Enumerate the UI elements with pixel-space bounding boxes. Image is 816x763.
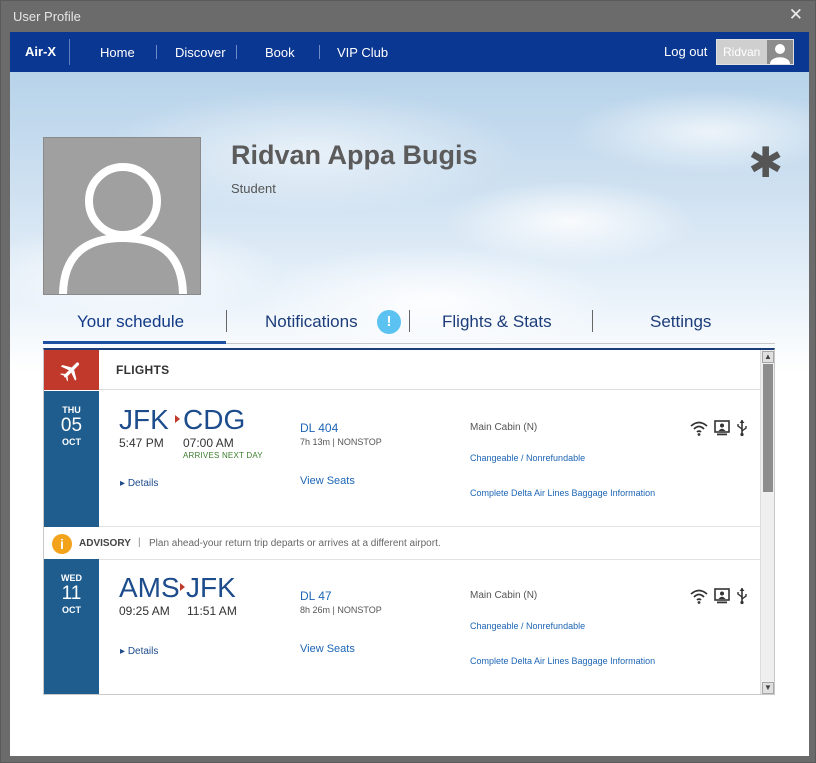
nav-divider [236,45,237,59]
baggage-info-link[interactable]: Complete Delta Air Lines Baggage Informa… [470,488,655,498]
departure-time: 5:47 PM [119,436,164,450]
info-icon: i [52,534,72,554]
flight-weekday: WED [61,573,82,583]
wifi-icon [690,589,708,604]
advisory-banner: i ADVISORY | Plan ahead-your return trip… [44,528,762,560]
details-label: Details [127,646,159,657]
origin-code: AMS [119,572,180,603]
profile-tabs: Your schedule Notifications ! Flights & … [43,304,775,344]
arrival-time: 07:00 AM [183,436,234,450]
title-bar: User Profile ✕ [1,1,816,32]
flight-duration: 8h 26m | NONSTOP [300,605,382,615]
scroll-down-icon[interactable]: ▼ [762,682,774,694]
screen-icon [714,420,730,436]
nav-divider [319,45,320,59]
baggage-info-link[interactable]: Complete Delta Air Lines Baggage Informa… [470,656,655,666]
flight-date: THU 05 OCT [44,391,99,527]
destination-code: JFK [186,572,236,603]
flight-duration: 7h 13m | NONSTOP [300,437,382,447]
app-window: User Profile ✕ Air-X Home Discover Book … [0,0,816,763]
nav-discover[interactable]: Discover [175,45,226,60]
advisory-separator: | [138,537,141,548]
user-menu[interactable]: Ridvan [716,39,794,65]
profile-role: Student [231,181,276,196]
tab-settings[interactable]: Settings [650,312,711,332]
advisory-text: Plan ahead-your return trip departs or a… [149,538,441,549]
logout-link[interactable]: Log out [664,44,707,59]
top-nav: Air-X Home Discover Book VIP Club Log ou… [10,32,809,72]
flight-month: OCT [62,437,81,447]
details-label: Details [127,478,159,489]
wifi-icon [690,421,708,436]
scroll-thumb[interactable] [763,364,773,492]
view-seats-link[interactable]: View Seats [300,643,355,655]
advisory-label: ADVISORY [79,538,131,549]
flight-card: WED 11 OCT AMS JFK 09:25 AM 11:51 AM ▸ D… [44,559,762,694]
usb-icon [737,420,747,437]
departure-time: 09:25 AM [119,604,170,618]
tab-flights-stats[interactable]: Flights & Stats [442,312,552,332]
window-title: User Profile [13,9,81,24]
tab-notifications[interactable]: Notifications [265,312,358,332]
nav-divider [156,45,157,59]
nav-home[interactable]: Home [100,45,135,60]
close-icon[interactable]: ✕ [789,6,803,24]
destination-code: CDG [183,404,246,435]
details-link[interactable]: ▸ Details [120,478,158,489]
window-client: Air-X Home Discover Book VIP Club Log ou… [10,32,809,756]
flights-section-label: FLIGHTS [116,363,170,377]
tab-your-schedule[interactable]: Your schedule [77,312,184,332]
cabin-class: Main Cabin (N) [470,590,538,601]
arrives-next-day-note: ARRIVES NEXT DAY [183,451,263,460]
cabin-class: Main Cabin (N) [470,422,538,433]
nav-divider [69,39,70,65]
schedule-panel: FLIGHTS THU 05 OCT JFK CDG 5:47 PM 07:00… [43,348,775,695]
fare-rules-link[interactable]: Changeable / Nonrefundable [470,621,585,631]
flight-weekday: THU [62,405,81,415]
plane-icon [44,350,99,390]
flight-month: OCT [62,605,81,615]
nav-vip-club[interactable]: VIP Club [337,45,388,60]
route-arrow-icon [180,583,185,591]
arrival-time: 11:51 AM [187,604,237,618]
active-tab-indicator [43,341,226,344]
tab-divider [592,310,593,332]
schedule-scrollbar[interactable]: ▲ ▼ [760,350,774,694]
details-link[interactable]: ▸ Details [120,646,158,657]
fare-rules-link[interactable]: Changeable / Nonrefundable [470,453,585,463]
flight-card: THU 05 OCT JFK CDG 5:47 PM 07:00 AM ARRI… [44,391,762,527]
profile-name: Ridvan Appa Bugis [231,140,478,170]
origin-code: JFK [119,404,169,435]
flight-number-link[interactable]: DL 47 [300,589,332,603]
screen-icon [714,588,730,604]
profile-avatar[interactable] [43,137,201,295]
notification-alert-icon: ! [377,310,401,334]
flight-day: 05 [60,415,83,436]
flight-date: WED 11 OCT [44,559,99,694]
nav-book[interactable]: Book [265,45,295,60]
user-name: Ridvan [723,45,761,59]
user-avatar-icon [767,40,793,64]
flight-day: 11 [61,583,82,604]
flight-number-link[interactable]: DL 404 [300,421,338,435]
route-arrow-icon [175,415,180,423]
brand-logo[interactable]: Air-X [25,44,56,59]
default-user-icon [59,163,187,294]
tab-divider [409,310,410,332]
view-seats-link[interactable]: View Seats [300,475,355,487]
settings-asterisk-icon[interactable]: ✱ [748,138,783,187]
tab-divider [226,310,227,332]
scroll-up-icon[interactable]: ▲ [762,351,774,363]
usb-icon [737,588,747,605]
flights-section-header: FLIGHTS [44,350,762,390]
